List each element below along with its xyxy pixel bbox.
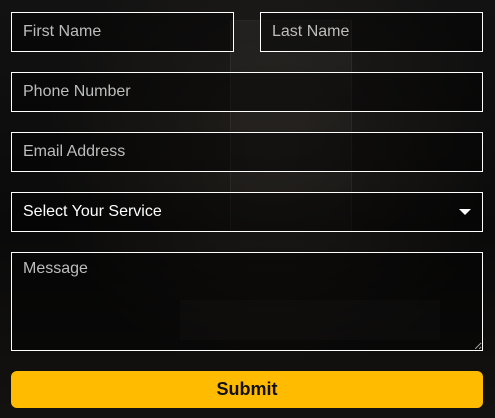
service-select[interactable]: Select Your Service <box>11 192 483 232</box>
first-name-input[interactable] <box>11 12 234 52</box>
email-address-input[interactable] <box>11 132 483 172</box>
phone-number-input[interactable] <box>11 72 483 112</box>
service-select-value: Select Your Service <box>23 203 162 220</box>
contact-form: Select Your Service Submit <box>0 0 495 418</box>
last-name-input[interactable] <box>260 12 483 52</box>
message-textarea[interactable] <box>11 252 483 351</box>
caret-down-icon <box>459 209 471 215</box>
submit-button[interactable]: Submit <box>11 371 483 408</box>
